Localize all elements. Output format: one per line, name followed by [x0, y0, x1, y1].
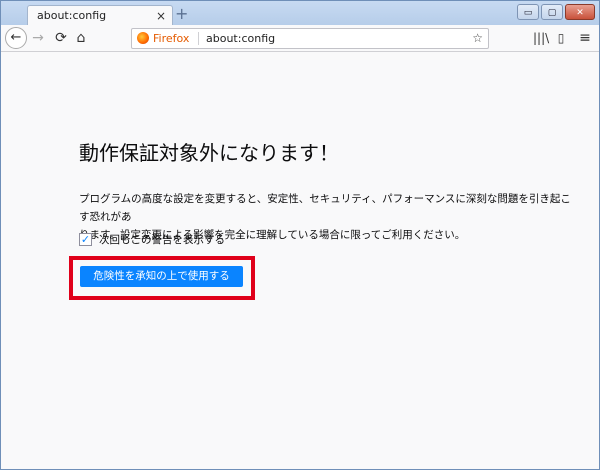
url-bar[interactable]: Firefox about:config ☆: [131, 28, 489, 49]
library-icon[interactable]: |||\: [533, 25, 549, 51]
title-bar: about:config × + ▭ ▢ ✕: [1, 1, 599, 26]
sidebar-icon[interactable]: ▯: [553, 25, 569, 51]
new-tab-button[interactable]: +: [175, 4, 188, 23]
home-button[interactable]: ⌂: [73, 25, 89, 51]
page-title: 動作保証対象外になります！: [79, 141, 339, 165]
identity-label: Firefox: [153, 32, 190, 45]
forward-button[interactable]: →: [30, 25, 46, 51]
close-window-button[interactable]: ✕: [565, 4, 595, 20]
menu-icon[interactable]: ≡: [577, 25, 593, 51]
bookmark-star-icon[interactable]: ☆: [472, 29, 483, 48]
back-button[interactable]: ←: [5, 27, 27, 49]
reload-button[interactable]: ⟳: [53, 25, 69, 51]
show-warning-label[interactable]: 次回もこの警告を表示する: [99, 232, 225, 248]
minimize-button[interactable]: ▭: [517, 4, 539, 20]
window-controls: ▭ ▢ ✕: [517, 4, 595, 20]
navigation-toolbar: ← → ⟳ ⌂ Firefox about:config ☆ |||\ ▯ ≡: [1, 25, 599, 52]
show-warning-checkbox[interactable]: ✓: [79, 233, 92, 246]
browser-window: about:config × + ▭ ▢ ✕ ← → ⟳ ⌂ Firefox a…: [0, 0, 600, 470]
accept-risk-button[interactable]: 危険性を承知の上で使用する: [80, 266, 243, 287]
warning-line-1: プログラムの高度な設定を変更すると、安定性、セキュリティ、パフォーマンスに深刻な…: [79, 193, 571, 223]
tab-title: about:config: [37, 9, 107, 22]
tab-about-config[interactable]: about:config ×: [27, 5, 173, 26]
page-content: 動作保証対象外になります！ プログラムの高度な設定を変更すると、安定性、セキュリ…: [1, 52, 599, 469]
maximize-button[interactable]: ▢: [541, 4, 563, 20]
url-text[interactable]: about:config: [206, 29, 275, 48]
tab-close-icon[interactable]: ×: [156, 6, 166, 26]
firefox-logo-icon: [137, 32, 149, 44]
url-separator: [198, 32, 199, 45]
